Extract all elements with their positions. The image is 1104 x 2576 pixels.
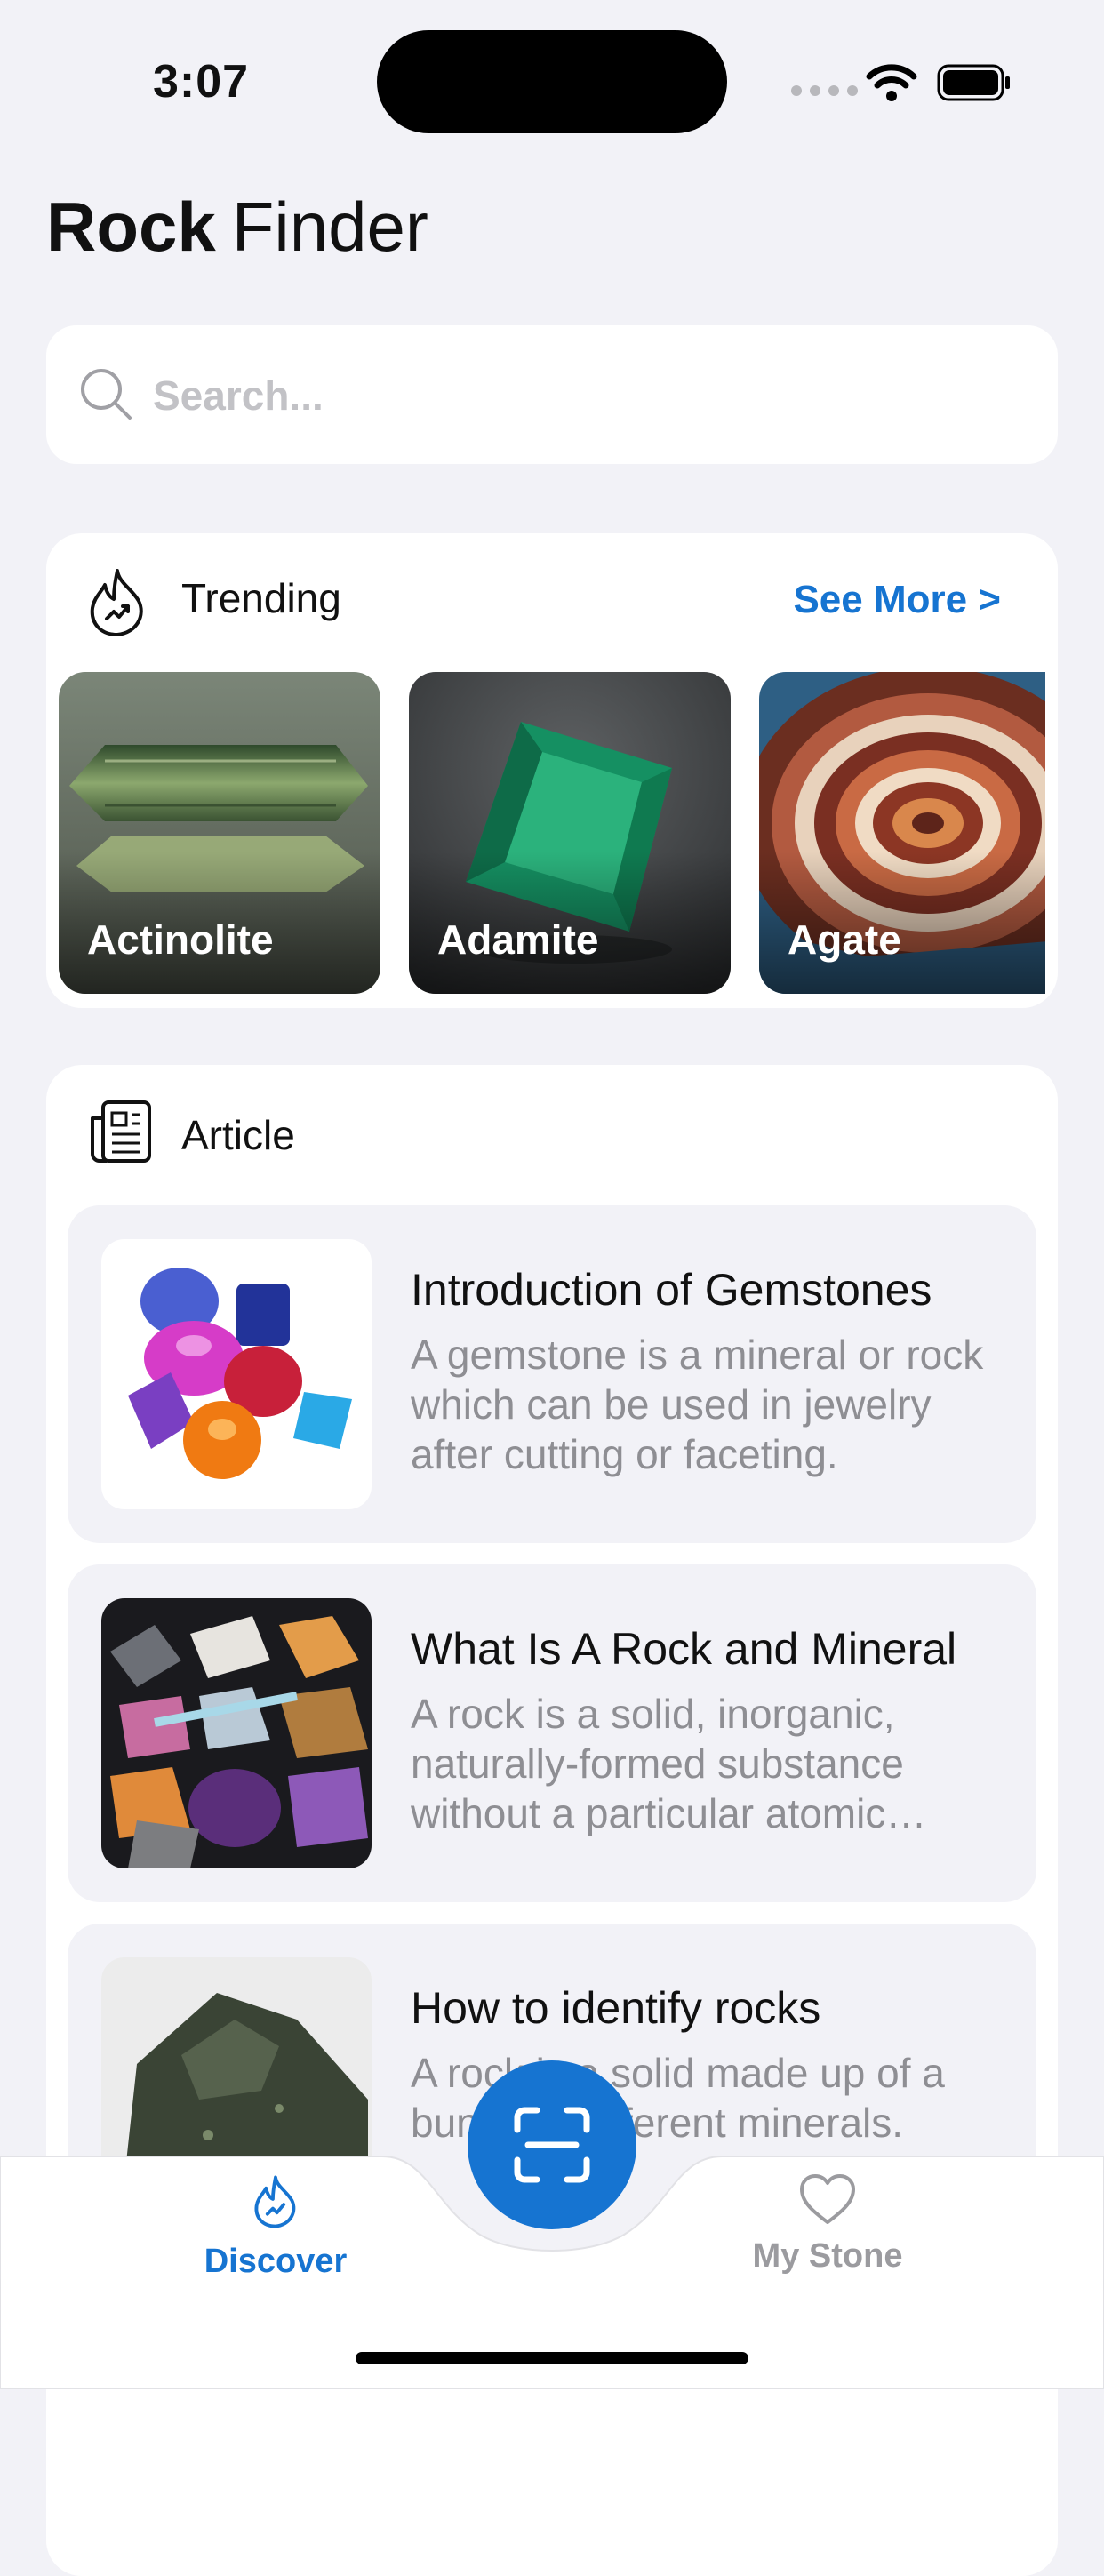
app-title-bold: Rock [46,188,216,266]
article-item-gemstones[interactable]: Introduction of Gemstones A gemstone is … [68,1205,1036,1543]
battery-icon [937,64,1010,101]
search-input[interactable] [151,357,1008,434]
flame-icon [90,569,143,636]
tab-discover[interactable]: Discover [142,2172,409,2341]
scan-icon [514,2107,590,2183]
scan-button[interactable] [468,2060,636,2229]
trending-section: Trending See More > Actinolite Adamite A… [46,533,1058,1008]
article-title: Introduction of Gemstones [411,1265,932,1315]
cellular-signal-icon [791,85,858,96]
trending-item-label: Adamite [437,916,599,963]
app-title-light: Finder [231,188,428,266]
see-more-link[interactable]: See More > [793,578,1001,622]
tab-my-stone[interactable]: My Stone [694,2172,961,2341]
trending-item-actinolite[interactable]: Actinolite [59,672,380,994]
search-bar[interactable] [46,325,1058,464]
article-thumbnail [101,1598,372,1868]
status-time: 3:07 [153,56,250,108]
article-title: How to identify rocks [411,1983,821,2033]
article-title: What Is A Rock and Mineral [411,1624,957,1674]
article-summary: A rock is a solid, inorganic, naturally-… [411,1691,904,1836]
app-title: Rock Finder [46,187,428,267]
newspaper-icon [91,1100,151,1163]
article-item-rock-and-mineral[interactable]: What Is A Rock and Mineral A rock is a s… [68,1564,1036,1902]
flame-icon [254,2175,296,2228]
tab-label: Discover [204,2243,348,2280]
tab-label: My Stone [752,2237,903,2275]
home-indicator [356,2352,748,2364]
heart-icon [800,2174,855,2224]
search-icon [81,369,132,420]
article-summary: A gemstone is a mineral or rock which ca… [411,1332,984,1477]
article-thumbnail [101,1239,372,1509]
trending-carousel[interactable]: Actinolite Adamite Agate [59,672,1045,994]
dynamic-island [377,30,727,133]
article-section-title: Article [181,1112,295,1158]
trending-item-adamite[interactable]: Adamite [409,672,731,994]
trending-item-label: Actinolite [87,916,274,963]
trending-title: Trending [181,575,341,621]
trending-item-label: Agate [788,916,901,963]
trending-item-agate[interactable]: Agate [759,672,1045,994]
wifi-icon [866,64,917,101]
